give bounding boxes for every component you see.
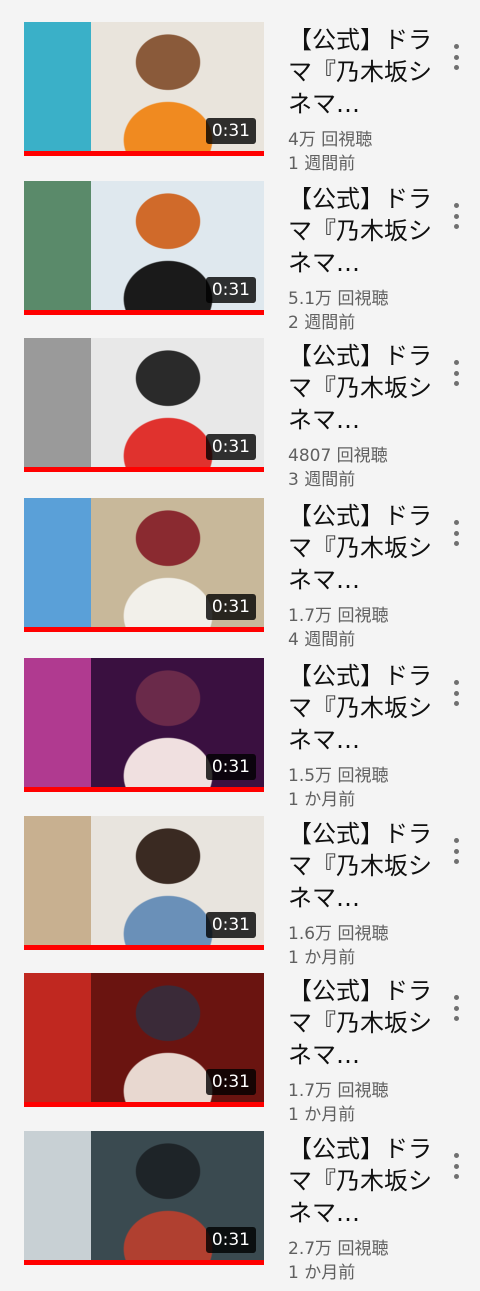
more-options-button[interactable] xyxy=(446,838,466,864)
watched-progress-bar xyxy=(24,151,264,156)
view-count: 5.1万 回視聴 xyxy=(288,289,389,309)
watched-progress-bar xyxy=(24,945,264,950)
video-thumbnail[interactable]: 0:31 xyxy=(24,22,264,156)
video-item[interactable]: 0:31 【公式】ドラマ『乃木坂シネマ… 1.6万 回視聴 1 か月前 xyxy=(0,816,480,976)
video-item[interactable]: 0:31 【公式】ドラマ『乃木坂シネマ… 1.5万 回視聴 1 か月前 xyxy=(0,658,480,818)
kebab-dot-icon xyxy=(453,360,459,365)
upload-age: 3 週間前 xyxy=(288,470,356,490)
kebab-dot-icon xyxy=(453,1016,459,1021)
duration-badge: 0:31 xyxy=(205,1227,256,1253)
watched-progress-bar xyxy=(24,787,264,792)
video-item[interactable]: 0:31 【公式】ドラマ『乃木坂シネマ… 5.1万 回視聴 2 週間前 xyxy=(0,181,480,341)
more-options-button[interactable] xyxy=(446,360,466,386)
video-item[interactable]: 0:31 【公式】ドラマ『乃木坂シネマ… 2.7万 回視聴 1 か月前 xyxy=(0,1131,480,1291)
watched-progress-bar xyxy=(24,310,264,315)
kebab-dot-icon xyxy=(453,370,459,376)
kebab-dot-icon xyxy=(453,54,459,60)
kebab-dot-icon xyxy=(453,44,459,49)
video-item[interactable]: 0:31 【公式】ドラマ『乃木坂シネマ… 1.7万 回視聴 4 週間前 xyxy=(0,498,480,658)
kebab-dot-icon xyxy=(453,838,459,843)
video-meta: 4807 回視聴 3 週間前 xyxy=(288,444,388,492)
view-count: 1.7万 回視聴 xyxy=(288,1081,389,1101)
kebab-dot-icon xyxy=(453,224,459,229)
video-meta: 4万 回視聴 1 週間前 xyxy=(288,128,372,176)
view-count: 2.7万 回視聴 xyxy=(288,1239,389,1259)
video-thumbnail[interactable]: 0:31 xyxy=(24,498,264,632)
more-options-button[interactable] xyxy=(446,44,466,70)
video-title[interactable]: 【公式】ドラマ『乃木坂シネマ… xyxy=(288,24,438,120)
duration-badge: 0:31 xyxy=(205,594,256,620)
video-thumbnail[interactable]: 0:31 xyxy=(24,181,264,315)
video-item[interactable]: 0:31 【公式】ドラマ『乃木坂シネマ… 4万 回視聴 1 週間前 xyxy=(0,22,480,182)
kebab-dot-icon xyxy=(453,995,459,1000)
video-item[interactable]: 0:31 【公式】ドラマ『乃木坂シネマ… 4807 回視聴 3 週間前 xyxy=(0,338,480,498)
video-title[interactable]: 【公式】ドラマ『乃木坂シネマ… xyxy=(288,500,438,596)
kebab-dot-icon xyxy=(453,859,459,864)
kebab-dot-icon xyxy=(453,381,459,386)
upload-age: 4 週間前 xyxy=(288,630,356,650)
kebab-dot-icon xyxy=(453,520,459,525)
kebab-dot-icon xyxy=(453,1005,459,1011)
duration-badge: 0:31 xyxy=(205,912,256,938)
kebab-dot-icon xyxy=(453,1163,459,1169)
video-thumbnail[interactable]: 0:31 xyxy=(24,816,264,950)
video-thumbnail[interactable]: 0:31 xyxy=(24,658,264,792)
video-meta: 1.7万 回視聴 4 週間前 xyxy=(288,604,388,652)
video-list: 0:31 【公式】ドラマ『乃木坂シネマ… 4万 回視聴 1 週間前 0:31 【… xyxy=(0,0,480,1288)
upload-age: 1 か月前 xyxy=(288,1105,356,1125)
view-count: 1.5万 回視聴 xyxy=(288,766,389,786)
video-meta: 2.7万 回視聴 1 か月前 xyxy=(288,1237,388,1285)
view-count: 1.6万 回視聴 xyxy=(288,924,389,944)
upload-age: 1 か月前 xyxy=(288,790,356,810)
kebab-dot-icon xyxy=(453,530,459,536)
view-count: 1.7万 回視聴 xyxy=(288,606,389,626)
duration-badge: 0:31 xyxy=(205,118,256,144)
more-options-button[interactable] xyxy=(446,995,466,1021)
kebab-dot-icon xyxy=(453,213,459,219)
video-title[interactable]: 【公式】ドラマ『乃木坂シネマ… xyxy=(288,818,438,914)
kebab-dot-icon xyxy=(453,65,459,70)
video-item[interactable]: 0:31 【公式】ドラマ『乃木坂シネマ… 1.7万 回視聴 1 か月前 xyxy=(0,973,480,1133)
kebab-dot-icon xyxy=(453,690,459,696)
video-meta: 1.5万 回視聴 1 か月前 xyxy=(288,764,388,812)
view-count: 4807 回視聴 xyxy=(288,446,388,466)
video-title[interactable]: 【公式】ドラマ『乃木坂シネマ… xyxy=(288,183,438,279)
video-meta: 5.1万 回視聴 2 週間前 xyxy=(288,287,388,335)
video-thumbnail[interactable]: 0:31 xyxy=(24,1131,264,1265)
video-title[interactable]: 【公式】ドラマ『乃木坂シネマ… xyxy=(288,975,438,1071)
upload-age: 1 か月前 xyxy=(288,948,356,968)
more-options-button[interactable] xyxy=(446,680,466,706)
upload-age: 1 か月前 xyxy=(288,1263,356,1283)
video-title[interactable]: 【公式】ドラマ『乃木坂シネマ… xyxy=(288,660,438,756)
video-title[interactable]: 【公式】ドラマ『乃木坂シネマ… xyxy=(288,340,438,436)
kebab-dot-icon xyxy=(453,1153,459,1158)
kebab-dot-icon xyxy=(453,1174,459,1179)
video-thumbnail[interactable]: 0:31 xyxy=(24,973,264,1107)
upload-age: 2 週間前 xyxy=(288,313,356,333)
watched-progress-bar xyxy=(24,1260,264,1265)
watched-progress-bar xyxy=(24,627,264,632)
upload-age: 1 週間前 xyxy=(288,154,356,174)
kebab-dot-icon xyxy=(453,541,459,546)
video-meta: 1.7万 回視聴 1 か月前 xyxy=(288,1079,388,1127)
kebab-dot-icon xyxy=(453,680,459,685)
duration-badge: 0:31 xyxy=(205,277,256,303)
kebab-dot-icon xyxy=(453,203,459,208)
video-thumbnail[interactable]: 0:31 xyxy=(24,338,264,472)
video-meta: 1.6万 回視聴 1 か月前 xyxy=(288,922,388,970)
more-options-button[interactable] xyxy=(446,203,466,229)
duration-badge: 0:31 xyxy=(205,754,256,780)
view-count: 4万 回視聴 xyxy=(288,130,373,150)
watched-progress-bar xyxy=(24,467,264,472)
duration-badge: 0:31 xyxy=(205,434,256,460)
video-title[interactable]: 【公式】ドラマ『乃木坂シネマ… xyxy=(288,1133,438,1229)
watched-progress-bar xyxy=(24,1102,264,1107)
kebab-dot-icon xyxy=(453,701,459,706)
more-options-button[interactable] xyxy=(446,1153,466,1179)
kebab-dot-icon xyxy=(453,848,459,854)
duration-badge: 0:31 xyxy=(205,1069,256,1095)
more-options-button[interactable] xyxy=(446,520,466,546)
